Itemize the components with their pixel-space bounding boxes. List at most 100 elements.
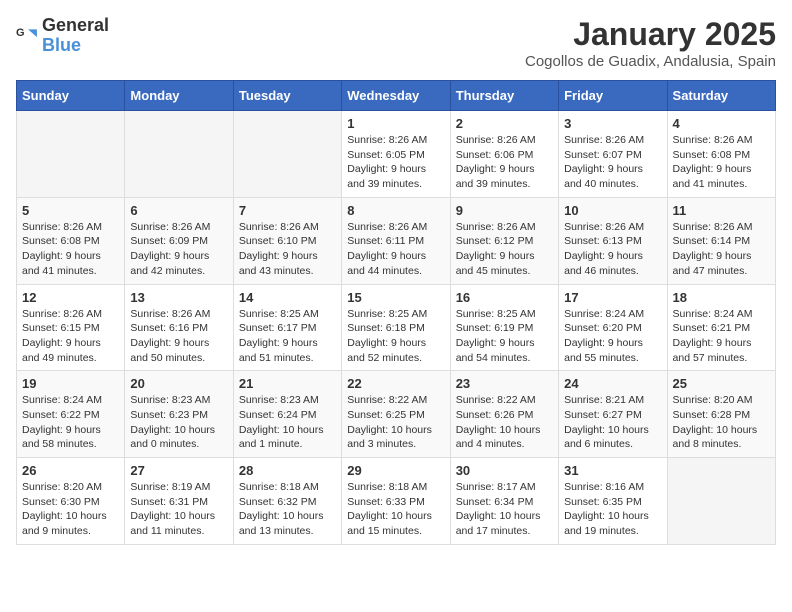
day-info: Sunrise: 8:16 AMSunset: 6:35 PMDaylight:… bbox=[564, 480, 661, 539]
day-info: Sunrise: 8:26 AMSunset: 6:12 PMDaylight:… bbox=[456, 220, 553, 279]
day-info: Sunrise: 8:25 AMSunset: 6:18 PMDaylight:… bbox=[347, 307, 444, 366]
day-number: 1 bbox=[347, 116, 444, 131]
weekday-header-monday: Monday bbox=[125, 81, 233, 111]
day-number: 17 bbox=[564, 290, 661, 305]
day-cell: 14Sunrise: 8:25 AMSunset: 6:17 PMDayligh… bbox=[233, 284, 341, 371]
day-number: 12 bbox=[22, 290, 119, 305]
weekday-header-thursday: Thursday bbox=[450, 81, 558, 111]
day-cell: 16Sunrise: 8:25 AMSunset: 6:19 PMDayligh… bbox=[450, 284, 558, 371]
day-info: Sunrise: 8:26 AMSunset: 6:08 PMDaylight:… bbox=[22, 220, 119, 279]
weekday-header-row: SundayMondayTuesdayWednesdayThursdayFrid… bbox=[17, 81, 776, 111]
day-number: 3 bbox=[564, 116, 661, 131]
day-cell: 9 Sunrise: 8:26 AMSunset: 6:12 PMDaylight… bbox=[450, 197, 558, 284]
day-cell bbox=[233, 111, 341, 198]
day-cell: 7 Sunrise: 8:26 AMSunset: 6:10 PMDaylight… bbox=[233, 197, 341, 284]
day-number: 9 bbox=[456, 203, 553, 218]
day-info: Sunrise: 8:23 AMSunset: 6:24 PMDaylight:… bbox=[239, 393, 336, 452]
day-number: 21 bbox=[239, 376, 336, 391]
day-number: 10 bbox=[564, 203, 661, 218]
logo-icon: G bbox=[16, 25, 38, 47]
day-info: Sunrise: 8:24 AMSunset: 6:21 PMDaylight:… bbox=[673, 307, 770, 366]
day-number: 22 bbox=[347, 376, 444, 391]
day-info: Sunrise: 8:26 AMSunset: 6:08 PMDaylight:… bbox=[673, 133, 770, 192]
day-number: 23 bbox=[456, 376, 553, 391]
day-info: Sunrise: 8:26 AMSunset: 6:13 PMDaylight:… bbox=[564, 220, 661, 279]
weekday-header-saturday: Saturday bbox=[667, 81, 775, 111]
day-number: 29 bbox=[347, 463, 444, 478]
day-cell: 20 Sunrise: 8:23 AMSunset: 6:23 PMDayligh… bbox=[125, 371, 233, 458]
day-cell: 5 Sunrise: 8:26 AMSunset: 6:08 PMDaylight… bbox=[17, 197, 125, 284]
location-title: Cogollos de Guadix, Andalusia, Spain bbox=[525, 53, 776, 70]
week-row-5: 26 Sunrise: 8:20 AMSunset: 6:30 PMDayligh… bbox=[17, 458, 776, 545]
day-number: 26 bbox=[22, 463, 119, 478]
day-number: 7 bbox=[239, 203, 336, 218]
week-row-1: 1 Sunrise: 8:26 AMSunset: 6:05 PMDaylight… bbox=[17, 111, 776, 198]
day-number: 27 bbox=[130, 463, 227, 478]
day-cell: 15 Sunrise: 8:25 AMSunset: 6:18 PMDayligh… bbox=[342, 284, 450, 371]
day-info: Sunrise: 8:26 AMSunset: 6:09 PMDaylight:… bbox=[130, 220, 227, 279]
week-row-3: 12Sunrise: 8:26 AMSunset: 6:15 PMDayligh… bbox=[17, 284, 776, 371]
day-cell: 19 Sunrise: 8:24 AMSunset: 6:22 PMDayligh… bbox=[17, 371, 125, 458]
day-number: 28 bbox=[239, 463, 336, 478]
day-cell bbox=[17, 111, 125, 198]
day-cell: 28Sunrise: 8:18 AMSunset: 6:32 PMDayligh… bbox=[233, 458, 341, 545]
day-cell: 6 Sunrise: 8:26 AMSunset: 6:09 PMDaylight… bbox=[125, 197, 233, 284]
day-cell: 10 Sunrise: 8:26 AMSunset: 6:13 PMDayligh… bbox=[559, 197, 667, 284]
day-cell: 11 Sunrise: 8:26 AMSunset: 6:14 PMDayligh… bbox=[667, 197, 775, 284]
weekday-header-friday: Friday bbox=[559, 81, 667, 111]
day-cell: 4 Sunrise: 8:26 AMSunset: 6:08 PMDaylight… bbox=[667, 111, 775, 198]
day-info: Sunrise: 8:26 AMSunset: 6:06 PMDaylight:… bbox=[456, 133, 553, 192]
day-info: Sunrise: 8:17 AMSunset: 6:34 PMDaylight:… bbox=[456, 480, 553, 539]
day-info: Sunrise: 8:22 AMSunset: 6:26 PMDaylight:… bbox=[456, 393, 553, 452]
day-info: Sunrise: 8:22 AMSunset: 6:25 PMDaylight:… bbox=[347, 393, 444, 452]
day-number: 20 bbox=[130, 376, 227, 391]
day-number: 15 bbox=[347, 290, 444, 305]
day-number: 13 bbox=[130, 290, 227, 305]
day-cell: 12Sunrise: 8:26 AMSunset: 6:15 PMDayligh… bbox=[17, 284, 125, 371]
day-cell: 24 Sunrise: 8:21 AMSunset: 6:27 PMDayligh… bbox=[559, 371, 667, 458]
day-number: 30 bbox=[456, 463, 553, 478]
day-info: Sunrise: 8:20 AMSunset: 6:28 PMDaylight:… bbox=[673, 393, 770, 452]
day-info: Sunrise: 8:24 AMSunset: 6:22 PMDaylight:… bbox=[22, 393, 119, 452]
day-info: Sunrise: 8:25 AMSunset: 6:17 PMDaylight:… bbox=[239, 307, 336, 366]
day-cell: 31Sunrise: 8:16 AMSunset: 6:35 PMDayligh… bbox=[559, 458, 667, 545]
day-cell: 23 Sunrise: 8:22 AMSunset: 6:26 PMDayligh… bbox=[450, 371, 558, 458]
day-cell bbox=[125, 111, 233, 198]
header: G General Blue January 2025 Cogollos de … bbox=[16, 16, 776, 70]
day-cell bbox=[667, 458, 775, 545]
day-info: Sunrise: 8:18 AMSunset: 6:33 PMDaylight:… bbox=[347, 480, 444, 539]
day-info: Sunrise: 8:26 AMSunset: 6:05 PMDaylight:… bbox=[347, 133, 444, 192]
day-info: Sunrise: 8:21 AMSunset: 6:27 PMDaylight:… bbox=[564, 393, 661, 452]
day-number: 4 bbox=[673, 116, 770, 131]
day-cell: 27 Sunrise: 8:19 AMSunset: 6:31 PMDayligh… bbox=[125, 458, 233, 545]
weekday-header-tuesday: Tuesday bbox=[233, 81, 341, 111]
day-number: 24 bbox=[564, 376, 661, 391]
day-number: 2 bbox=[456, 116, 553, 131]
logo: G General Blue bbox=[16, 16, 109, 56]
day-cell: 30 Sunrise: 8:17 AMSunset: 6:34 PMDayligh… bbox=[450, 458, 558, 545]
svg-text:G: G bbox=[16, 27, 25, 39]
day-info: Sunrise: 8:26 AMSunset: 6:11 PMDaylight:… bbox=[347, 220, 444, 279]
day-info: Sunrise: 8:26 AMSunset: 6:14 PMDaylight:… bbox=[673, 220, 770, 279]
weekday-header-wednesday: Wednesday bbox=[342, 81, 450, 111]
day-info: Sunrise: 8:24 AMSunset: 6:20 PMDaylight:… bbox=[564, 307, 661, 366]
day-cell: 22 Sunrise: 8:22 AMSunset: 6:25 PMDayligh… bbox=[342, 371, 450, 458]
day-number: 6 bbox=[130, 203, 227, 218]
day-cell: 17 Sunrise: 8:24 AMSunset: 6:20 PMDayligh… bbox=[559, 284, 667, 371]
day-info: Sunrise: 8:26 AMSunset: 6:10 PMDaylight:… bbox=[239, 220, 336, 279]
day-info: Sunrise: 8:23 AMSunset: 6:23 PMDaylight:… bbox=[130, 393, 227, 452]
day-info: Sunrise: 8:19 AMSunset: 6:31 PMDaylight:… bbox=[130, 480, 227, 539]
day-number: 8 bbox=[347, 203, 444, 218]
day-number: 16 bbox=[456, 290, 553, 305]
logo-blue: Blue bbox=[42, 36, 109, 56]
day-number: 19 bbox=[22, 376, 119, 391]
day-number: 18 bbox=[673, 290, 770, 305]
weekday-header-sunday: Sunday bbox=[17, 81, 125, 111]
day-info: Sunrise: 8:20 AMSunset: 6:30 PMDaylight:… bbox=[22, 480, 119, 539]
day-number: 11 bbox=[673, 203, 770, 218]
month-title: January 2025 bbox=[525, 16, 776, 53]
calendar: SundayMondayTuesdayWednesdayThursdayFrid… bbox=[16, 80, 776, 545]
day-number: 5 bbox=[22, 203, 119, 218]
day-cell: 8 Sunrise: 8:26 AMSunset: 6:11 PMDaylight… bbox=[342, 197, 450, 284]
day-cell: 3Sunrise: 8:26 AMSunset: 6:07 PMDaylight… bbox=[559, 111, 667, 198]
